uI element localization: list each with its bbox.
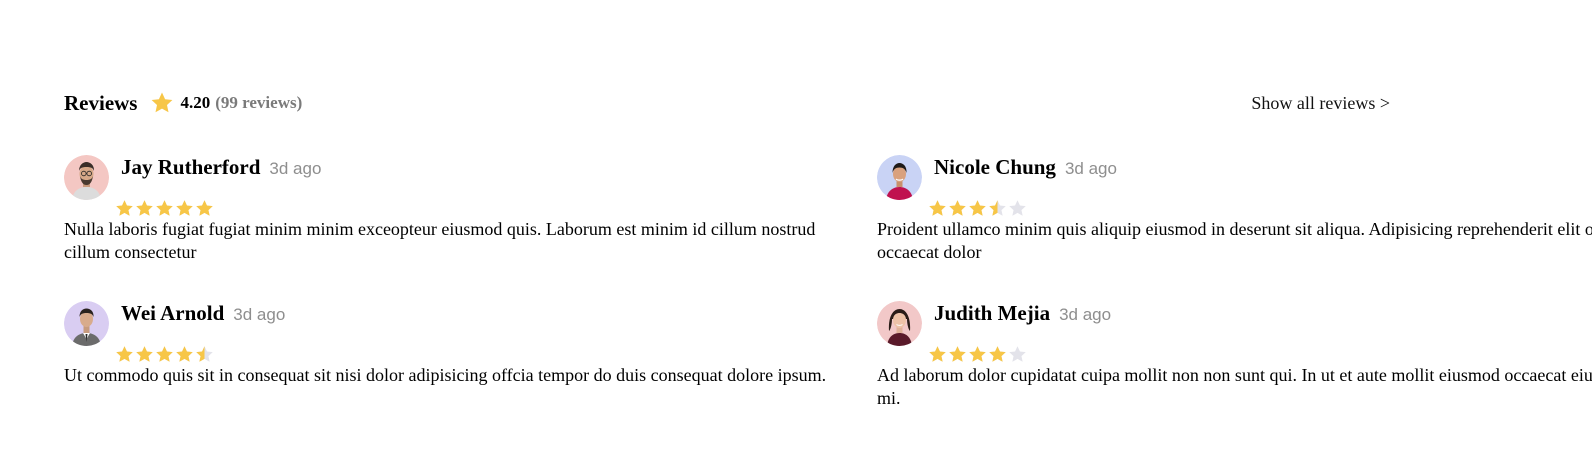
reviewer-name: Nicole Chung: [934, 155, 1056, 179]
star-filled-icon: [929, 346, 946, 362]
review-card: Jay Rutherford 3d ago Nulla laboris fugi…: [64, 155, 815, 264]
review-text: Nulla laboris fugiat fugiat minim minim …: [64, 219, 816, 262]
avatar: [64, 301, 109, 346]
star-filled-icon: [989, 346, 1006, 362]
avatar: [64, 155, 109, 200]
star-filled-icon: [949, 346, 966, 362]
review-date: 3d ago: [269, 159, 322, 178]
review-card: Wei Arnold 3d ago Ut commodo quis sit in…: [64, 301, 826, 387]
star-filled-icon: [136, 346, 153, 362]
star-filled-icon: [969, 346, 986, 362]
avatar: [877, 301, 922, 346]
avatar: [877, 155, 922, 200]
review-count: (99 reviews): [215, 93, 303, 112]
star-filled-icon: [196, 200, 213, 216]
review-date: 3d ago: [1064, 159, 1117, 178]
reviewer-name: Wei Arnold: [121, 301, 225, 325]
star-half-icon: [989, 200, 1006, 216]
star-half-icon: [196, 346, 213, 362]
reviewer-name: Jay Rutherford: [121, 155, 261, 179]
review-card: Judith Mejia 3d ago Ad laborum dolor cup…: [877, 301, 1592, 410]
star-filled-icon: [929, 200, 946, 216]
star-empty-icon: [1009, 200, 1026, 216]
star-filled-icon: [116, 346, 133, 362]
review-text: Ad laborum dolor cupidatat cuipa mollit …: [877, 365, 1592, 408]
show-all-reviews-link[interactable]: Show all reviews >: [1251, 93, 1390, 114]
star-filled-icon: [156, 346, 173, 362]
star-filled-icon: [136, 200, 153, 216]
review-card: Nicole Chung 3d ago Proident ullamco min…: [877, 155, 1592, 264]
reviews-header: Reviews 4.20 (99 reviews) Show all revie…: [64, 86, 1390, 120]
review-text: Ut commodo quis sit in consequat sit nis…: [64, 365, 827, 385]
star-rating: [115, 199, 214, 218]
star-rating: [115, 345, 214, 364]
star-filled-icon: [176, 200, 193, 216]
star-rating: [928, 345, 1027, 364]
star-icon: [150, 91, 174, 115]
review-date: 3d ago: [233, 305, 286, 324]
review-date: 3d ago: [1059, 305, 1112, 324]
average-rating: 4.20: [180, 93, 211, 112]
star-rating: [928, 199, 1027, 218]
star-filled-icon: [176, 346, 193, 362]
star-filled-icon: [969, 200, 986, 216]
reviewer-name: Judith Mejia: [934, 301, 1051, 325]
review-text: Proident ullamco minim quis aliquip eius…: [877, 219, 1592, 262]
reviews-page: Reviews 4.20 (99 reviews) Show all revie…: [0, 0, 1592, 469]
reviews-title: Reviews: [64, 90, 138, 115]
star-filled-icon: [116, 200, 133, 216]
star-empty-icon: [1009, 346, 1026, 362]
star-filled-icon: [949, 200, 966, 216]
star-filled-icon: [156, 200, 173, 216]
